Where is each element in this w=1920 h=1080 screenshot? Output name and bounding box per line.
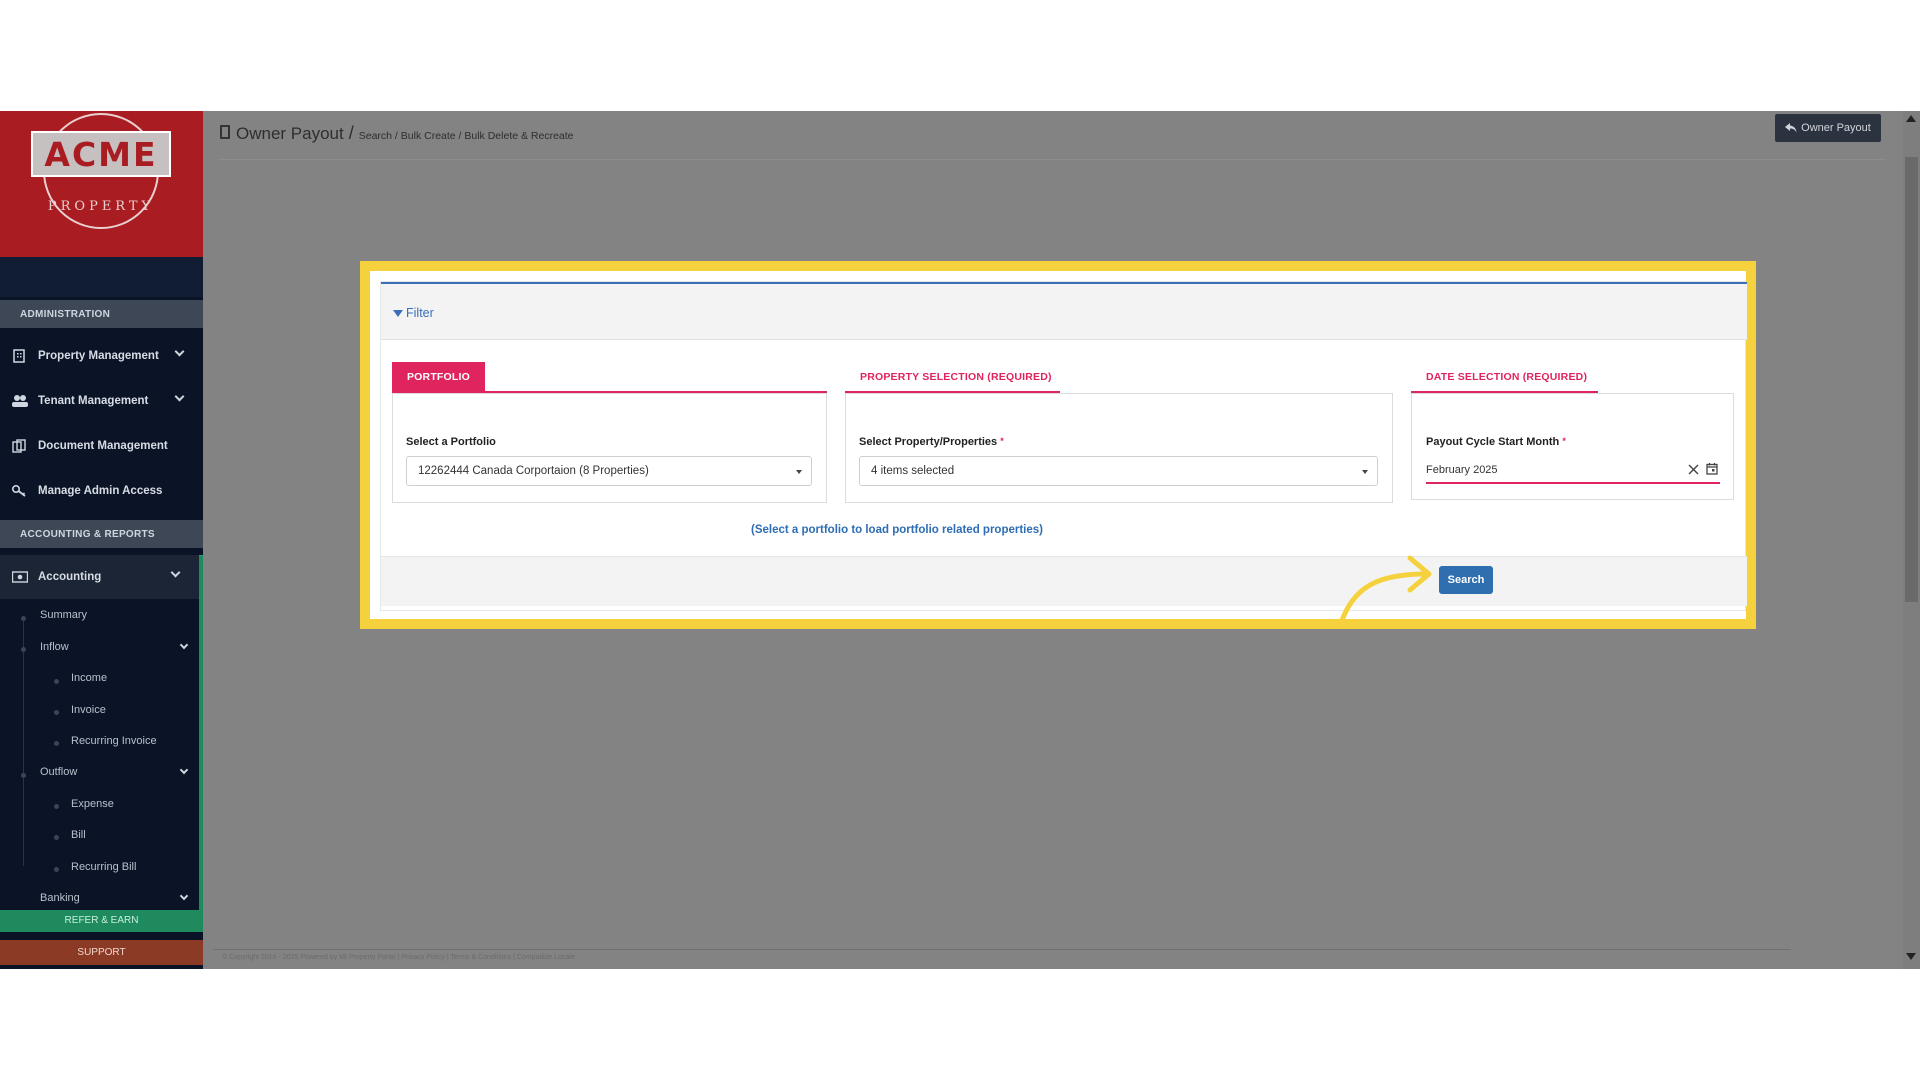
date-value: February 2025 [1426, 464, 1498, 476]
footer-divider [213, 949, 1791, 950]
filter-toggle[interactable]: Filter [393, 306, 434, 320]
page-scrollbar-thumb[interactable] [1905, 157, 1918, 602]
header-divider [218, 159, 1886, 160]
caret-down-icon [796, 470, 802, 474]
owner-payout-label: Owner Payout [1801, 122, 1871, 134]
tab-date-selection[interactable]: DATE SELECTION (REQUIRED) [1411, 362, 1597, 392]
portfolio-box [392, 393, 827, 503]
filter-label: Filter [406, 306, 434, 320]
filter-panel: Filter PORTFOLIO Select a Portfolio 1226… [380, 281, 1747, 628]
sidebar-subitem-income[interactable]: Income [71, 672, 107, 684]
chevron-down-icon [170, 567, 181, 578]
tree-dot [54, 804, 59, 809]
scroll-down-icon[interactable] [1906, 953, 1916, 960]
page-header: Owner Payout / Search / Bulk Create / Bu… [220, 123, 574, 144]
section-administration: ADMINISTRATION [0, 300, 203, 328]
property-selected-value: 4 items selected [871, 465, 955, 477]
support-label: SUPPORT [77, 947, 126, 958]
building-icon [12, 349, 28, 363]
key-icon [11, 484, 28, 498]
caret-down-icon [1362, 470, 1368, 474]
property-multiselect[interactable]: 4 items selected [859, 456, 1378, 486]
tree-dot [54, 741, 59, 746]
sidebar-subitem-outflow[interactable]: Outflow [40, 766, 77, 778]
company-logo[interactable]: ACME PROPERTY [0, 111, 203, 257]
tab-property-selection[interactable]: PROPERTY SELECTION (REQUIRED) [845, 362, 1057, 392]
sidebar-item-label: Manage Admin Access [38, 485, 163, 497]
highlight-frame: Filter PORTFOLIO Select a Portfolio 1226… [360, 261, 1756, 629]
sidebar-item-label: Accounting [38, 571, 102, 583]
chevron-down-icon [174, 346, 185, 357]
chevron-down-icon [179, 640, 189, 650]
tablet-icon [220, 125, 230, 139]
tree-dot [54, 867, 59, 872]
action-bar [381, 556, 1747, 606]
sidebar-item-document-management[interactable]: Document Management [0, 424, 203, 468]
money-icon [11, 570, 29, 584]
tab-portfolio[interactable]: PORTFOLIO [392, 362, 485, 392]
sidebar-scrollbar[interactable] [199, 556, 203, 911]
required-mark: * [1000, 436, 1004, 446]
app-window: ACME PROPERTY ADMINISTRATION Property Ma… [0, 111, 1920, 969]
sidebar-subitem-inflow[interactable]: Inflow [40, 641, 69, 653]
tree-dot [21, 773, 26, 778]
sidebar-item-label: Property Management [38, 350, 159, 362]
users-icon [12, 394, 28, 408]
sidebar-item-tenant-management[interactable]: Tenant Management [0, 379, 203, 423]
logo-subtitle: PROPERTY [47, 199, 155, 214]
clear-icon[interactable] [1688, 464, 1699, 475]
chevron-down-icon [179, 765, 189, 775]
portfolio-select[interactable]: 12262444 Canada Corportaion (8 Propertie… [406, 456, 812, 486]
reply-arrow-icon [1785, 123, 1797, 133]
documents-icon [12, 439, 28, 453]
filter-header: Filter [381, 284, 1747, 340]
sidebar-subitem-bill[interactable]: Bill [71, 829, 86, 841]
property-label-text: Select Property/Properties [859, 436, 998, 448]
refer-earn-button[interactable]: REFER & EARN [0, 910, 203, 932]
sidebar: ACME PROPERTY ADMINISTRATION Property Ma… [0, 111, 203, 969]
required-mark: * [1562, 436, 1566, 446]
sidebar-item-label: Tenant Management [38, 395, 149, 407]
date-label-text: Payout Cycle Start Month [1426, 436, 1560, 448]
callout-arrow-icon [1337, 555, 1432, 628]
logo-word: ACME [44, 135, 158, 174]
sidebar-subitem-expense[interactable]: Expense [71, 798, 114, 810]
sidebar-subitem-recurring-bill[interactable]: Recurring Bill [71, 861, 136, 873]
search-button[interactable]: Search [1439, 566, 1493, 594]
tree-dot [54, 835, 59, 840]
tree-dot [21, 647, 26, 652]
tree-dot [21, 616, 26, 621]
page-title: Owner Payout [236, 124, 344, 143]
section-accounting-reports: ACCOUNTING & REPORTS [0, 520, 203, 548]
portfolio-label: Select a Portfolio [406, 436, 496, 448]
filter-icon [393, 309, 403, 317]
sidebar-item-manage-admin-access[interactable]: Manage Admin Access [0, 469, 203, 513]
sidebar-subitem-summary[interactable]: Summary [40, 609, 87, 621]
sidebar-subitem-recurring-invoice[interactable]: Recurring Invoice [71, 735, 157, 747]
payout-month-input[interactable]: February 2025 [1426, 456, 1720, 484]
sidebar-item-accounting[interactable]: Accounting [0, 555, 203, 599]
portfolio-selected-value: 12262444 Canada Corportaion (8 Propertie… [418, 465, 649, 477]
property-label: Select Property/Properties * [859, 436, 1004, 448]
sidebar-subitem-invoice[interactable]: Invoice [71, 704, 106, 716]
tree-dot [54, 679, 59, 684]
property-box [845, 393, 1393, 503]
footer-text: © Copyright 2016 - 2025 Powered by MI Pr… [222, 954, 575, 961]
title-separator: / [348, 123, 354, 143]
support-button[interactable]: SUPPORT [0, 940, 203, 965]
sidebar-subitem-banking[interactable]: Banking [40, 892, 80, 904]
sidebar-item-label: Document Management [38, 440, 168, 452]
owner-payout-button[interactable]: Owner Payout [1775, 114, 1881, 142]
calendar-icon[interactable] [1706, 462, 1718, 475]
tree-dot [54, 710, 59, 715]
date-label: Payout Cycle Start Month * [1426, 436, 1566, 448]
scroll-up-icon[interactable] [1906, 115, 1916, 122]
chevron-down-icon [179, 891, 189, 901]
chevron-down-icon [174, 391, 185, 402]
tree-line [23, 616, 24, 866]
sidebar-item-property-management[interactable]: Property Management [0, 334, 203, 378]
portfolio-hint: (Select a portfolio to load portfolio re… [751, 524, 1043, 536]
breadcrumb[interactable]: Search / Bulk Create / Bulk Delete & Rec… [359, 130, 574, 142]
sidebar-spacer [0, 257, 203, 297]
